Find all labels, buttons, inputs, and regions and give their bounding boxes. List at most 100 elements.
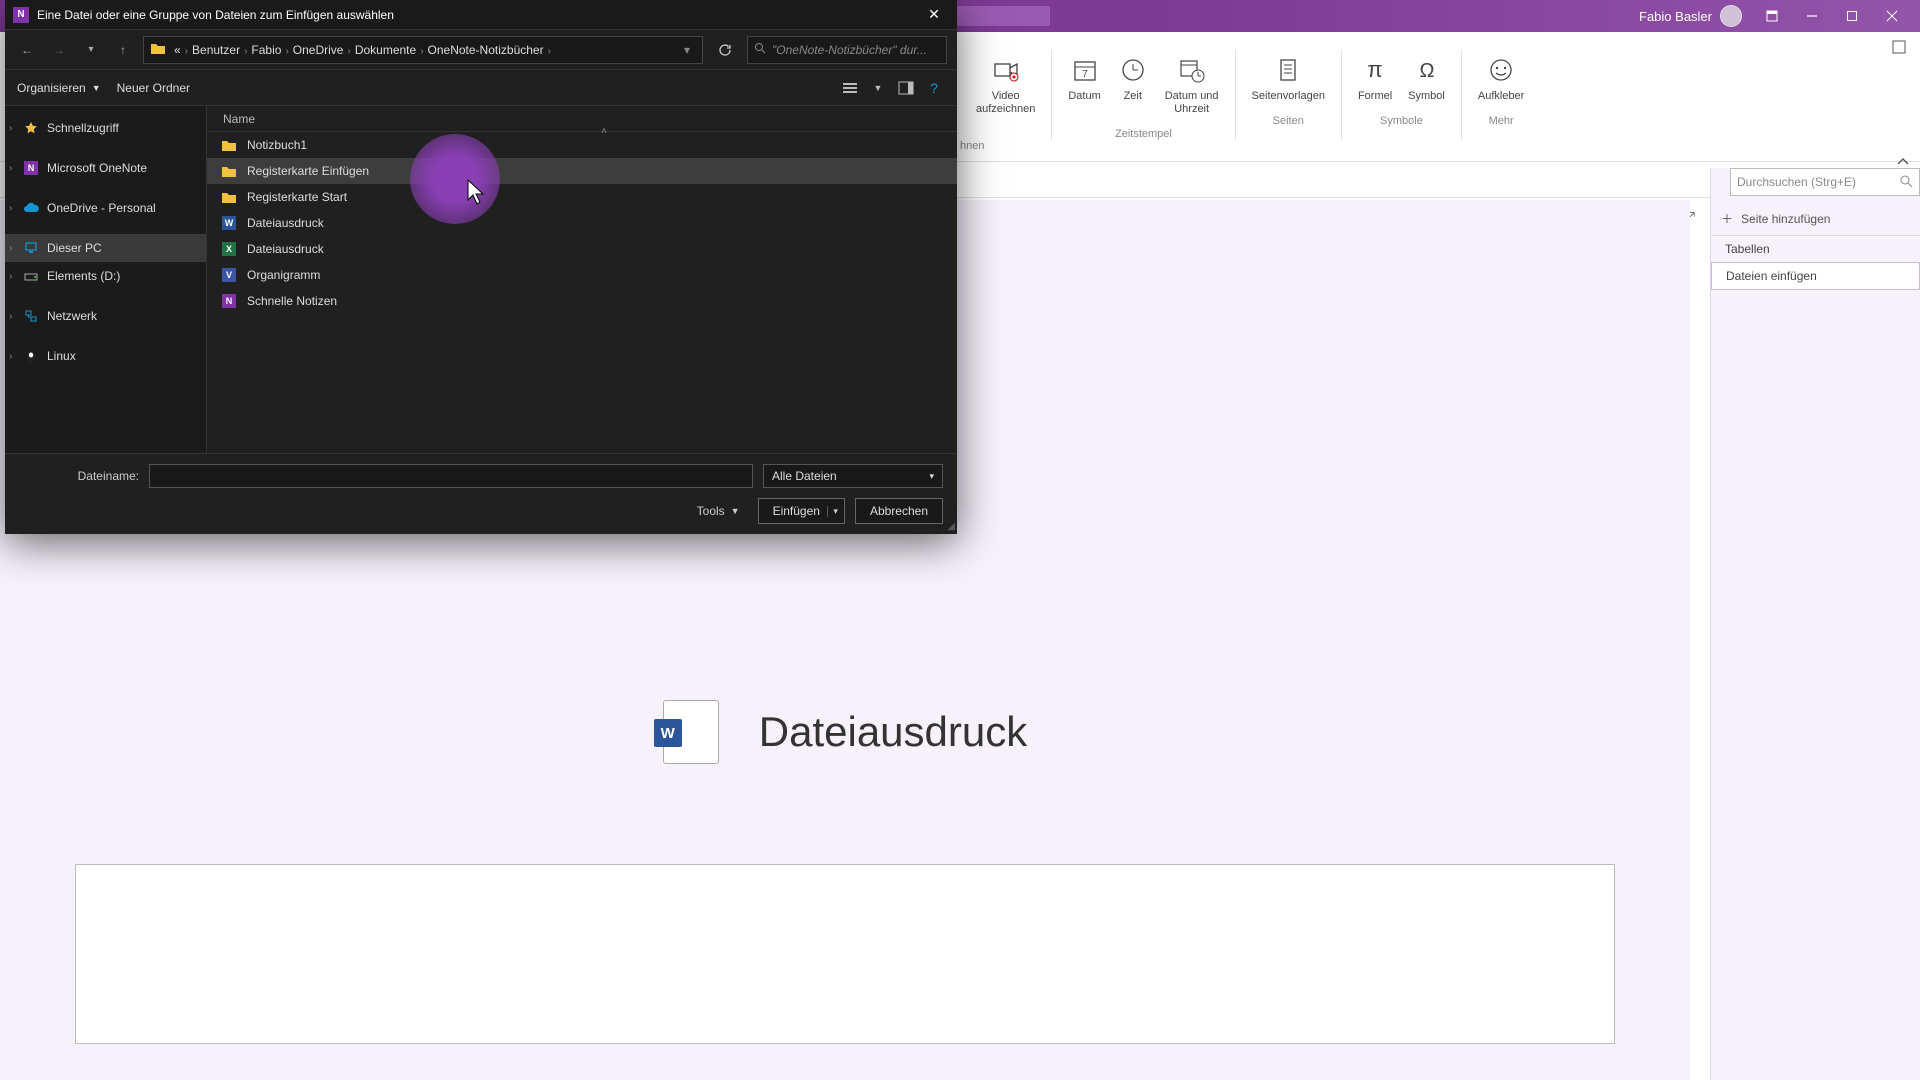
- breadcrumb[interactable]: Fabio: [247, 43, 285, 57]
- file-row[interactable]: WDateiausdruck: [207, 210, 957, 236]
- onenote-icon: N: [23, 160, 39, 176]
- fullscreen-icon[interactable]: [1892, 40, 1906, 59]
- breadcrumb[interactable]: Benutzer: [188, 43, 244, 57]
- new-folder-button[interactable]: Neuer Ordner: [117, 81, 190, 95]
- page-list-item[interactable]: Dateien einfügen: [1711, 262, 1920, 290]
- chevron-right-icon[interactable]: ›: [9, 203, 12, 214]
- view-dropdown-icon[interactable]: ▼: [867, 77, 889, 99]
- file-row[interactable]: Registerkarte Einfügen: [207, 158, 957, 184]
- tree-item[interactable]: › N Microsoft OneNote: [5, 154, 206, 182]
- dialog-close-icon[interactable]: ✕: [919, 0, 949, 30]
- ribbon-sticker-button[interactable]: Aufkleber: [1472, 50, 1530, 107]
- chevron-right-icon[interactable]: ›: [9, 311, 12, 322]
- ribbon-video-button[interactable]: Video aufzeichnen: [970, 50, 1041, 120]
- add-page-label: Seite hinzufügen: [1741, 212, 1830, 226]
- chevron-down-icon: ▼: [731, 506, 740, 516]
- chevron-right-icon: ›: [548, 46, 551, 57]
- recent-dropdown-icon[interactable]: ▾: [79, 38, 103, 62]
- tree-label: OneDrive - Personal: [47, 201, 156, 215]
- tools-label: Tools: [697, 504, 725, 518]
- video-icon: [990, 54, 1022, 86]
- tree-label: Schnellzugriff: [47, 121, 119, 135]
- file-row[interactable]: XDateiausdruck: [207, 236, 957, 262]
- excel-icon: X: [221, 241, 237, 257]
- file-open-dialog: N Eine Datei oder eine Gruppe von Dateie…: [5, 0, 957, 534]
- tree-item[interactable]: › OneDrive - Personal: [5, 194, 206, 222]
- add-page-button[interactable]: ＋ Seite hinzufügen: [1711, 202, 1920, 236]
- cloud-icon: [23, 200, 39, 216]
- word-icon: [663, 700, 719, 764]
- tree-item[interactable]: › Schnellzugriff: [5, 114, 206, 142]
- dialog-title: Eine Datei oder eine Gruppe von Dateien …: [37, 8, 919, 22]
- refresh-icon[interactable]: [711, 36, 739, 64]
- forward-icon[interactable]: →: [47, 38, 71, 62]
- column-header-name[interactable]: Name: [207, 106, 957, 132]
- tree-item[interactable]: ›Dieser PC: [5, 234, 206, 262]
- filetype-select[interactable]: Alle Dateien ▾: [763, 464, 943, 488]
- search-placeholder: "OneNote-Notizbücher" dur...: [772, 43, 927, 57]
- file-attachment[interactable]: Dateiausdruck: [663, 700, 1027, 764]
- visio-icon: V: [221, 267, 237, 283]
- tree-label: Linux: [47, 349, 76, 363]
- dialog-titlebar[interactable]: N Eine Datei oder eine Gruppe von Dateie…: [5, 0, 957, 30]
- resize-grip-icon[interactable]: ◢: [947, 521, 955, 532]
- page-list-item[interactable]: Tabellen: [1711, 236, 1920, 262]
- tree-item[interactable]: ›Elements (D:): [5, 262, 206, 290]
- ribbon-page-button[interactable]: Seitenvorlagen: [1246, 50, 1331, 107]
- dialog-search-input[interactable]: "OneNote-Notizbücher" dur...: [747, 36, 947, 64]
- address-bar[interactable]: «›Benutzer›Fabio›OneDrive›Dokumente›OneN…: [143, 36, 703, 64]
- breadcrumb[interactable]: OneNote-Notizbücher: [424, 43, 548, 57]
- chevron-right-icon[interactable]: ›: [9, 271, 12, 282]
- drive-icon: [23, 268, 39, 284]
- pc-icon: [23, 240, 39, 256]
- tree-label: Microsoft OneNote: [47, 161, 147, 175]
- breadcrumb[interactable]: Dokumente: [351, 43, 420, 57]
- view-list-icon[interactable]: [839, 77, 861, 99]
- printout-placeholder: [75, 864, 1615, 1044]
- file-list: Name ˄ Notizbuch1Registerkarte EinfügenR…: [207, 106, 957, 453]
- insert-label: Einfügen: [773, 504, 820, 518]
- file-row[interactable]: NSchnelle Notizen: [207, 288, 957, 314]
- filetype-value: Alle Dateien: [772, 469, 837, 483]
- ribbon-item-label: Formel: [1358, 90, 1392, 103]
- preview-pane-icon[interactable]: [895, 77, 917, 99]
- onenote-icon: N: [13, 7, 29, 23]
- organize-button[interactable]: Organisieren ▼: [17, 81, 101, 95]
- insert-button[interactable]: Einfügen: [758, 498, 845, 524]
- folder-icon: [221, 163, 237, 179]
- breadcrumb[interactable]: «: [170, 43, 185, 57]
- ribbon-pi-button[interactable]: π Formel: [1352, 50, 1398, 107]
- svg-text:π: π: [1367, 57, 1382, 82]
- ribbon-cal-clock-button[interactable]: Datum und Uhrzeit: [1159, 50, 1225, 120]
- ribbon-calendar-button[interactable]: 7 Datum: [1062, 50, 1106, 107]
- chevron-right-icon[interactable]: ›: [9, 163, 12, 174]
- search-pages-input[interactable]: Durchsuchen (Strg+E): [1730, 168, 1920, 196]
- chevron-right-icon[interactable]: ›: [9, 243, 12, 254]
- tree-item[interactable]: › Linux: [5, 342, 206, 370]
- omega-icon: Ω: [1411, 54, 1443, 86]
- ribbon-omega-button[interactable]: ΩSymbol: [1402, 50, 1451, 107]
- ribbon-clock-button[interactable]: Zeit: [1111, 50, 1155, 107]
- file-row[interactable]: Notizbuch1: [207, 132, 957, 158]
- cancel-button[interactable]: Abbrechen: [855, 498, 943, 524]
- address-dropdown-icon[interactable]: ▾: [678, 43, 696, 57]
- page-icon: [1272, 54, 1304, 86]
- tools-button[interactable]: Tools ▼: [689, 504, 748, 518]
- chevron-right-icon[interactable]: ›: [9, 351, 12, 362]
- help-icon[interactable]: ?: [923, 77, 945, 99]
- file-row[interactable]: VOrganigramm: [207, 262, 957, 288]
- file-row[interactable]: Registerkarte Start: [207, 184, 957, 210]
- back-icon[interactable]: ←: [15, 38, 39, 62]
- breadcrumb[interactable]: OneDrive: [289, 43, 348, 57]
- chevron-right-icon[interactable]: ›: [9, 123, 12, 134]
- search-icon: [1899, 174, 1913, 191]
- pi-icon: π: [1359, 54, 1391, 86]
- tree-item[interactable]: ›Netzwerk: [5, 302, 206, 330]
- filename-input[interactable]: [149, 464, 753, 488]
- up-icon[interactable]: ↑: [111, 38, 135, 62]
- ribbon-item-label: Datum: [1068, 90, 1100, 103]
- dialog-nav: ← → ▾ ↑ «›Benutzer›Fabio›OneDrive›Dokume…: [5, 30, 957, 70]
- svg-text:7: 7: [1082, 69, 1088, 80]
- file-name: Dateiausdruck: [247, 216, 324, 230]
- dialog-footer: Dateiname: Alle Dateien ▾ Tools ▼ Einfüg…: [5, 453, 957, 534]
